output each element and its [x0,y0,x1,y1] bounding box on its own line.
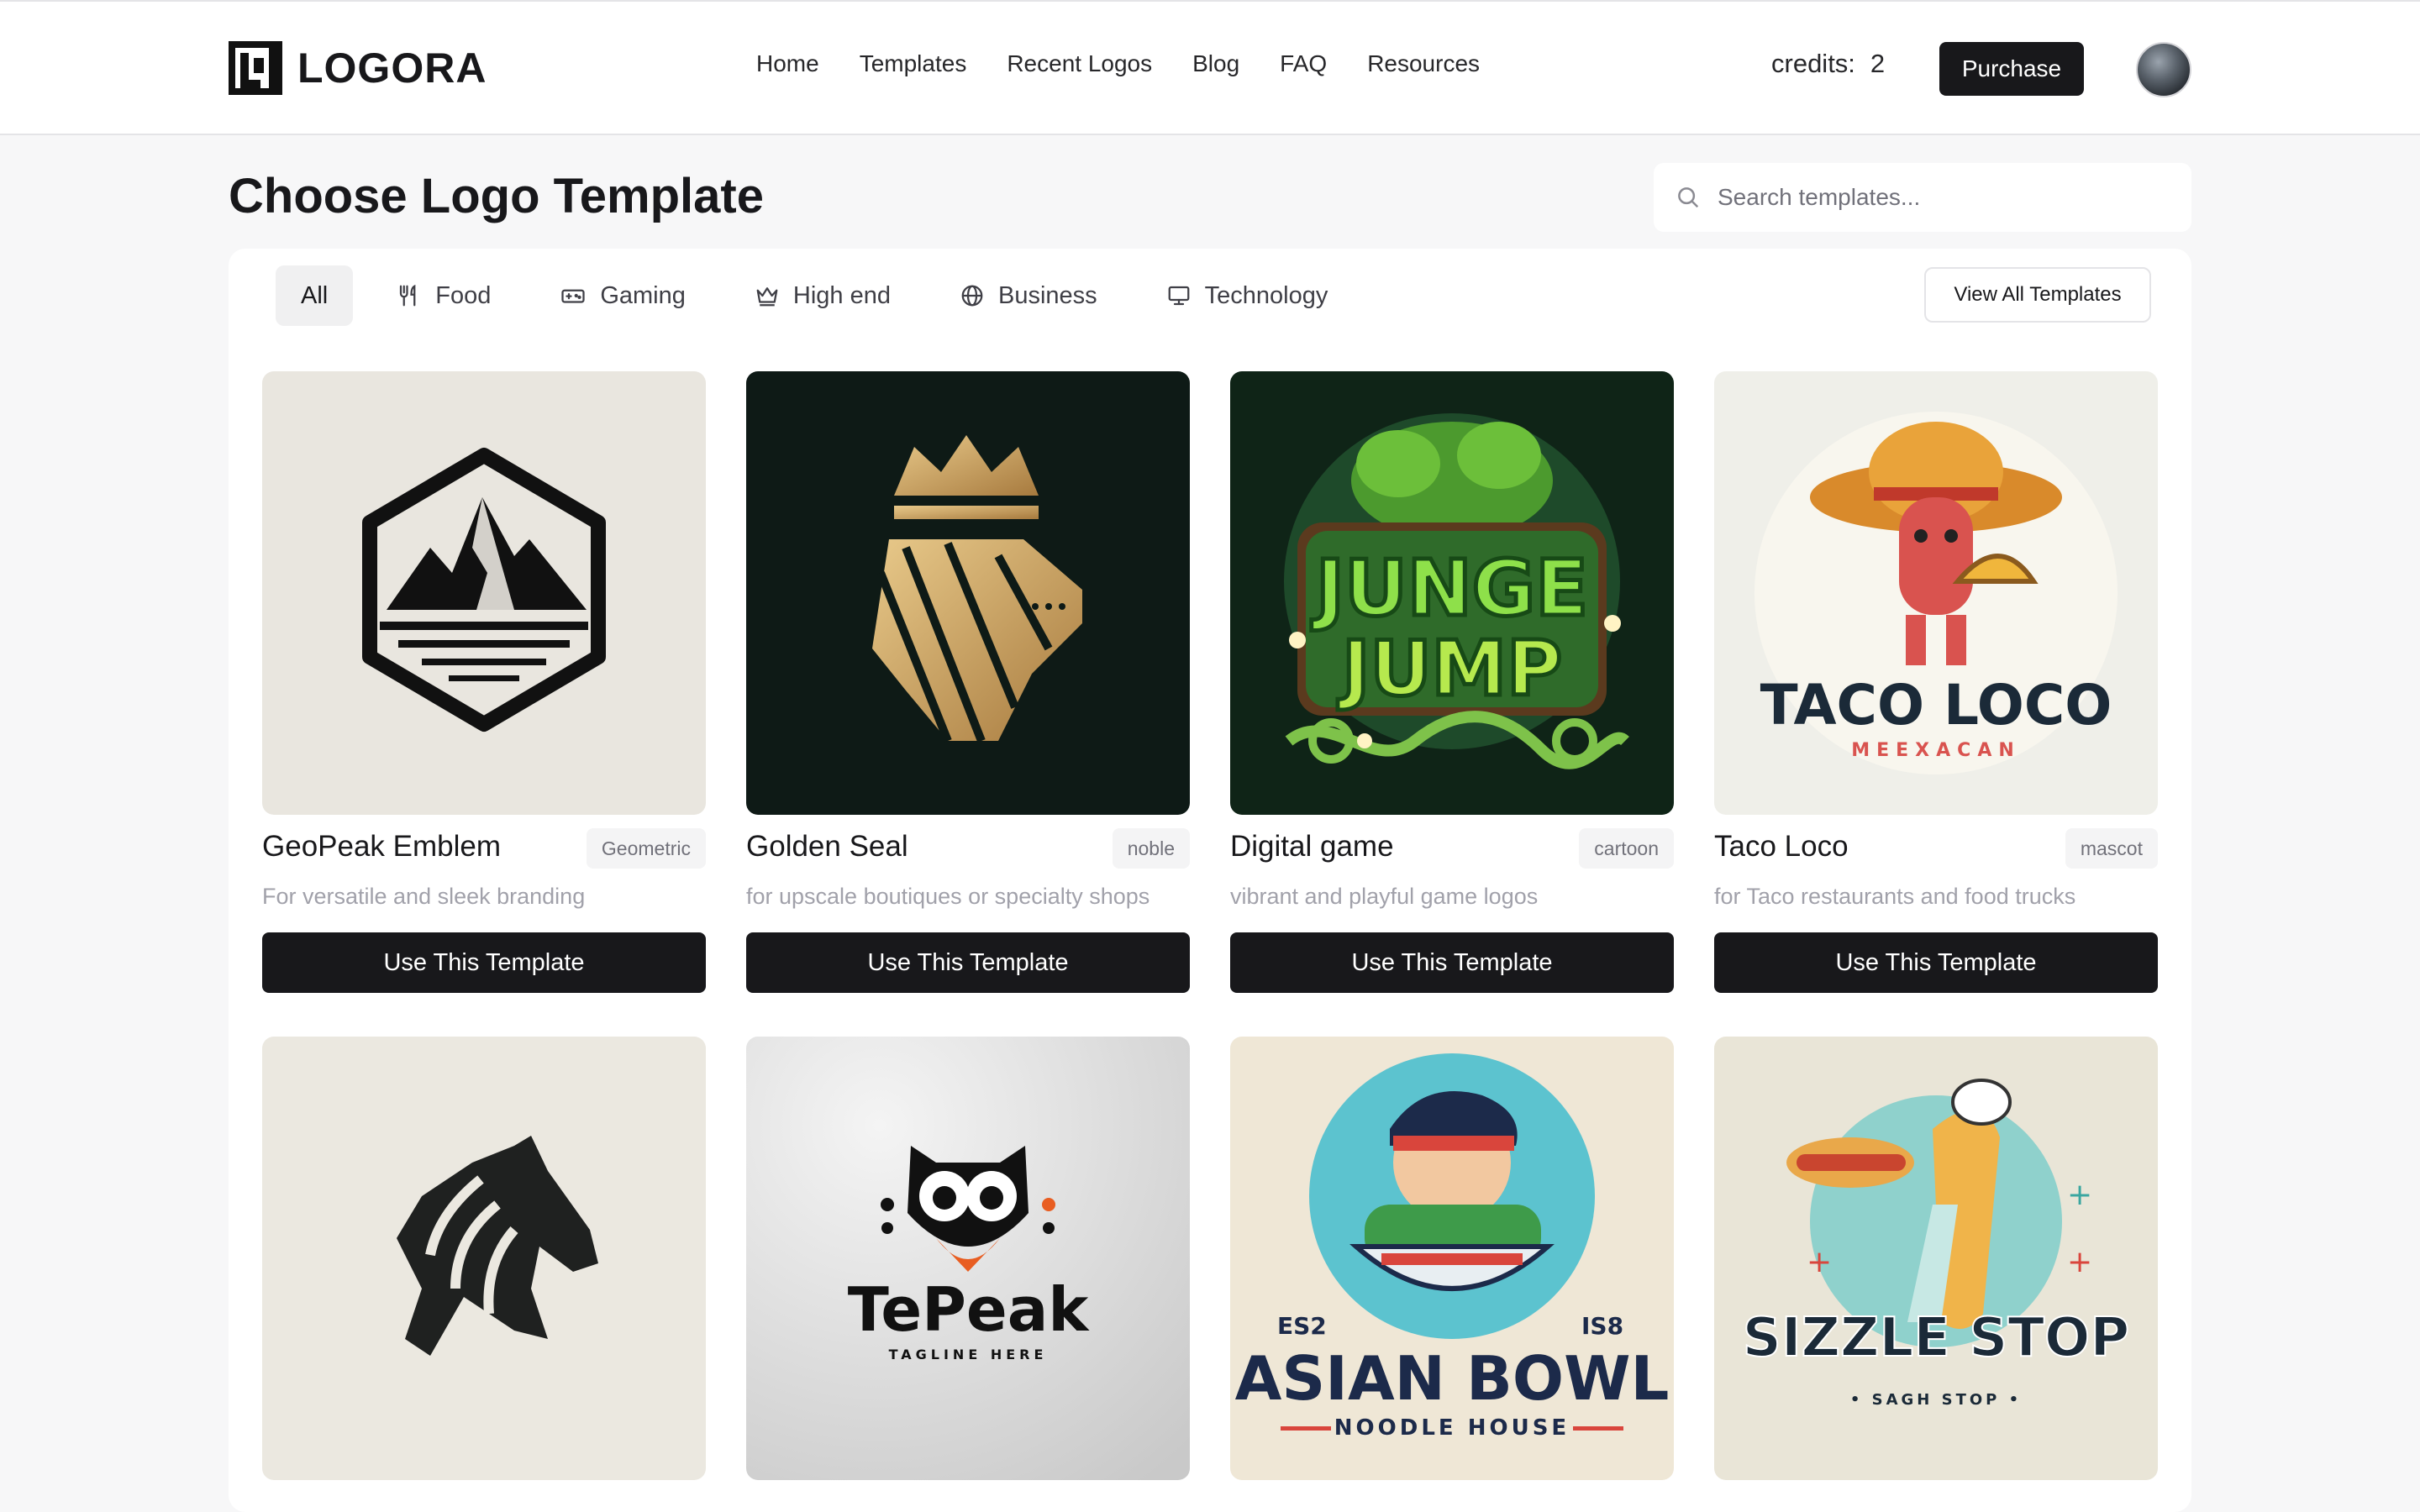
filter-high-end[interactable]: High end [729,265,916,326]
filter-all[interactable]: All [276,265,354,326]
taco-mascot-icon: TACO LOCO MEEXACAN [1714,371,2158,815]
template-thumbnail[interactable]: JUNGE JUMP [1230,371,1674,815]
page-title: Choose Logo Template [229,169,764,223]
credits-display: credits: 2 [1771,49,1885,79]
mountain-emblem-icon [262,371,706,815]
sizzle-subtitle-text: • SAGH STOP • [1850,1391,2022,1409]
nav-recent-logos[interactable]: Recent Logos [1007,50,1152,77]
template-description: for Taco restaurants and food trucks [1714,884,2076,909]
filter-food[interactable]: Food [371,265,516,326]
filter-technology-label: Technology [1204,281,1328,309]
brand-logo[interactable]: LOGORA [229,40,487,96]
search-input[interactable] [1718,184,2171,211]
horse-head-icon [262,1037,706,1480]
noodle-subtitle-text: NOODLE HOUSE [1334,1415,1570,1441]
crown-icon [756,287,778,307]
logo-mark-icon [229,41,282,95]
template-thumbnail[interactable]: ES2 IS8 ASIAN BOWL NOODLE HOUSE [1230,1037,1674,1480]
template-thumbnail[interactable]: TePeak TAGLINE HERE [746,1037,1190,1480]
logo-text: LOGORA [297,45,487,92]
taco-title-text: TACO LOCO [1760,673,2112,738]
search-icon [1678,187,1699,208]
noodle-es-text: ES2 [1277,1312,1327,1340]
use-template-button[interactable]: Use This Template [262,932,706,993]
template-card: TePeak TAGLINE HERE [746,1037,1190,1480]
svg-text:+: + [2067,1245,2092,1279]
category-filters: All Food Gaming High end Business Techno… [276,265,1371,326]
template-card: Golden Seal noble for upscale boutiques … [746,371,1190,993]
taco-subtitle-text: MEEXACAN [1851,740,2021,761]
filter-gaming[interactable]: Gaming [534,265,711,326]
template-thumbnail[interactable] [262,371,706,815]
template-title: Golden Seal [746,830,908,863]
gamepad-icon [561,289,585,303]
use-template-button[interactable]: Use This Template [746,932,1190,993]
template-title: GeoPeak Emblem [262,830,502,863]
nav-blog[interactable]: Blog [1192,50,1239,77]
tepeak-tagline-text: TAGLINE HERE [889,1347,1048,1362]
filter-gaming-label: Gaming [600,281,686,309]
filter-all-label: All [301,281,329,309]
template-tag: Geometric [586,828,706,869]
template-description: For versatile and sleek branding [262,884,586,909]
template-title: Taco Loco [1714,830,1849,863]
filter-high-end-label: High end [792,281,891,309]
sizzle-stop-icon: SIZZLE STOP • SAGH STOP • + + + [1714,1037,2158,1480]
filter-business-label: Business [997,281,1097,309]
template-card: JUNGE JUMP Digital game cartoon vibrant … [1230,371,1674,993]
nav-home[interactable]: Home [756,50,819,77]
monitor-icon [1168,286,1190,306]
sizzle-title-text: SIZZLE STOP [1743,1307,2130,1369]
noodle-title-text: ASIAN BOWL [1235,1343,1670,1414]
jungle-subtitle-text: JUMP [1337,625,1562,713]
nav-resources[interactable]: Resources [1367,50,1480,77]
noodle-bowl-icon: ES2 IS8 ASIAN BOWL NOODLE HOUSE [1230,1037,1674,1480]
jungle-game-icon: JUNGE JUMP [1230,371,1674,815]
template-description: vibrant and playful game logos [1230,884,1539,909]
credits-value: 2 [1870,49,1886,78]
template-tag: cartoon [1579,828,1674,869]
user-avatar[interactable] [2136,42,2191,97]
use-template-button[interactable]: Use This Template [1230,932,1674,993]
nav-templates[interactable]: Templates [860,50,967,77]
search-box[interactable] [1654,163,2191,232]
template-title: Digital game [1230,830,1394,863]
svg-text:+: + [2067,1178,2092,1212]
purchase-button[interactable]: Purchase [1939,42,2084,96]
svg-text:+: + [1807,1245,1832,1279]
filter-food-label: Food [435,281,492,309]
jungle-title-text: JUNGE [1311,543,1588,633]
view-all-templates-button[interactable]: View All Templates [1924,267,2151,323]
template-card: SIZZLE STOP • SAGH STOP • + + + [1714,1037,2158,1480]
nav-faq[interactable]: FAQ [1280,50,1327,77]
template-thumbnail[interactable]: SIZZLE STOP • SAGH STOP • + + + [1714,1037,2158,1480]
lion-crown-icon [746,371,1190,815]
template-description: for upscale boutiques or specialty shops [746,884,1150,909]
template-card: GeoPeak Emblem Geometric For versatile a… [262,371,706,993]
template-thumbnail[interactable] [262,1037,706,1480]
credits-label: credits: [1771,49,1855,78]
top-header: LOGORA Home Templates Recent Logos Blog … [0,0,2420,135]
tepeak-title-text: TePeak [848,1274,1091,1345]
utensils-icon [400,284,416,307]
template-card [262,1037,706,1480]
template-thumbnail[interactable]: TACO LOCO MEEXACAN [1714,371,2158,815]
owl-logo-icon: TePeak TAGLINE HERE [746,1037,1190,1480]
main-nav: Home Templates Recent Logos Blog FAQ Res… [756,50,1520,77]
filter-business[interactable]: Business [934,265,1123,326]
filter-technology[interactable]: Technology [1141,265,1354,326]
use-template-button[interactable]: Use This Template [1714,932,2158,993]
template-tag: mascot [2065,828,2158,869]
noodle-is-text: IS8 [1581,1312,1623,1340]
template-thumbnail[interactable] [746,371,1190,815]
globe-icon [961,285,983,307]
template-card: ES2 IS8 ASIAN BOWL NOODLE HOUSE [1230,1037,1674,1480]
template-tag: noble [1112,828,1190,869]
templates-panel: All Food Gaming High end Business Techno… [229,249,2191,1512]
template-card: TACO LOCO MEEXACAN Taco Loco mascot for … [1714,371,2158,993]
